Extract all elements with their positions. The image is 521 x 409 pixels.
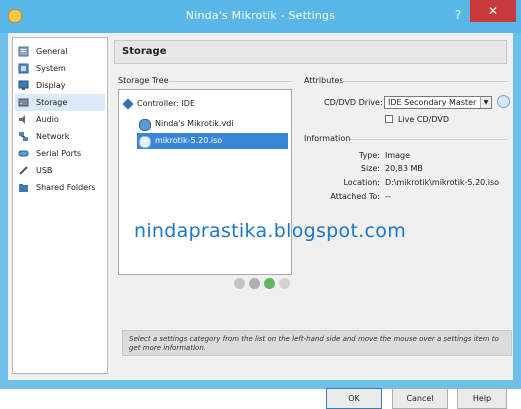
shared-folders-icon bbox=[19, 184, 28, 192]
divider bbox=[350, 139, 508, 140]
sidebar-item-label: System bbox=[36, 64, 66, 73]
type-label: Type: bbox=[358, 151, 380, 160]
dialog-client-area: General System Display Storage Audio Net… bbox=[8, 33, 513, 409]
sidebar-item-shared-folders[interactable]: Shared Folders bbox=[15, 179, 105, 196]
tree-item-label: mikrotik-5.20.iso bbox=[155, 136, 223, 145]
type-value: Image bbox=[385, 151, 411, 160]
attached-to-value: -- bbox=[385, 192, 391, 201]
sidebar-item-label: Display bbox=[36, 81, 66, 90]
storage-icon bbox=[18, 98, 29, 107]
storage-tree-label: Storage Tree bbox=[118, 76, 169, 85]
help-titlebar-button[interactable]: ? bbox=[448, 7, 468, 23]
choose-disk-icon[interactable] bbox=[497, 95, 510, 108]
page-header: Storage bbox=[114, 40, 507, 64]
sidebar-item-label: Network bbox=[36, 132, 70, 141]
audio-icon bbox=[19, 115, 25, 124]
optical-disk-icon bbox=[139, 136, 151, 148]
size-value: 20,83 MB bbox=[385, 164, 423, 173]
serial-ports-icon bbox=[18, 150, 29, 157]
location-value: D:\mikrotik\mikrotik-5.20.iso bbox=[385, 178, 500, 187]
storage-tree[interactable]: Controller: IDE Ninda's Mikrotik.vdi mik… bbox=[118, 89, 292, 275]
page-title: Storage bbox=[122, 46, 167, 57]
title-bar[interactable]: Ninda's Mikrotik - Settings ? ✕ bbox=[0, 0, 521, 33]
divider bbox=[166, 81, 292, 82]
settings-category-list: General System Display Storage Audio Net… bbox=[12, 37, 108, 374]
remove-attachment-icon[interactable] bbox=[279, 278, 290, 289]
display-icon bbox=[18, 80, 29, 90]
sidebar-item-label: USB bbox=[36, 166, 53, 175]
tree-item-label: Ninda's Mikrotik.vdi bbox=[155, 119, 234, 128]
window-title: Ninda's Mikrotik - Settings bbox=[185, 9, 336, 22]
size-label: Size: bbox=[360, 164, 380, 173]
network-icon bbox=[19, 132, 28, 141]
attached-to-label: Attached To: bbox=[330, 192, 380, 201]
sidebar-item-system[interactable]: System bbox=[15, 60, 105, 77]
live-cd-label: Live CD/DVD bbox=[398, 115, 449, 124]
location-label: Location: bbox=[343, 178, 380, 187]
sidebar-item-label: Audio bbox=[36, 115, 59, 124]
hard-disk-icon bbox=[139, 119, 151, 131]
cd-dvd-drive-select[interactable]: IDE Secondary Master ▼ bbox=[384, 96, 492, 109]
live-cd-checkbox[interactable] bbox=[385, 115, 393, 123]
ok-button[interactable]: OK bbox=[326, 388, 382, 409]
tree-item-hard-disk[interactable]: Ninda's Mikrotik.vdi bbox=[137, 116, 288, 132]
divider bbox=[342, 81, 508, 82]
sidebar-item-general[interactable]: General bbox=[15, 43, 105, 60]
sidebar-item-network[interactable]: Network bbox=[15, 128, 105, 145]
sidebar-item-label: Storage bbox=[36, 98, 68, 107]
usb-icon bbox=[19, 166, 28, 175]
sidebar-item-label: Shared Folders bbox=[36, 183, 96, 192]
chevron-down-icon: ▼ bbox=[480, 97, 491, 108]
sidebar-item-label: Serial Ports bbox=[36, 149, 82, 158]
tree-item-optical-disk[interactable]: mikrotik-5.20.iso bbox=[137, 133, 288, 149]
settings-window: Ninda's Mikrotik - Settings ? ✕ General … bbox=[0, 0, 521, 409]
sidebar-item-audio[interactable]: Audio bbox=[15, 111, 105, 128]
system-icon bbox=[18, 63, 29, 74]
tree-item-controller-ide[interactable]: Controller: IDE bbox=[123, 96, 288, 112]
attributes-label: Attributes bbox=[304, 76, 344, 85]
cd-dvd-drive-value: IDE Secondary Master bbox=[388, 98, 477, 107]
cancel-button[interactable]: Cancel bbox=[392, 388, 448, 409]
sidebar-item-display[interactable]: Display bbox=[15, 77, 105, 94]
sidebar-item-serial-ports[interactable]: Serial Ports bbox=[15, 145, 105, 162]
help-button[interactable]: Help bbox=[457, 388, 507, 409]
controller-icon bbox=[123, 99, 133, 109]
cd-dvd-drive-label: CD/DVD Drive: bbox=[324, 98, 383, 107]
blog-watermark: nindaprastika.blogspot.com bbox=[134, 220, 407, 242]
storage-tree-toolbar bbox=[118, 275, 292, 293]
information-label: Information bbox=[304, 134, 351, 143]
description-box: Select a settings category from the list… bbox=[122, 330, 512, 356]
general-icon bbox=[18, 46, 29, 57]
tree-item-label: Controller: IDE bbox=[137, 99, 196, 108]
remove-controller-icon[interactable] bbox=[249, 278, 260, 289]
sidebar-item-storage[interactable]: Storage bbox=[15, 94, 105, 111]
sidebar-item-usb[interactable]: USB bbox=[15, 162, 105, 179]
sidebar-item-label: General bbox=[36, 47, 68, 56]
add-controller-icon[interactable] bbox=[234, 278, 245, 289]
add-attachment-icon[interactable] bbox=[264, 278, 275, 289]
close-button[interactable]: ✕ bbox=[470, 0, 516, 22]
